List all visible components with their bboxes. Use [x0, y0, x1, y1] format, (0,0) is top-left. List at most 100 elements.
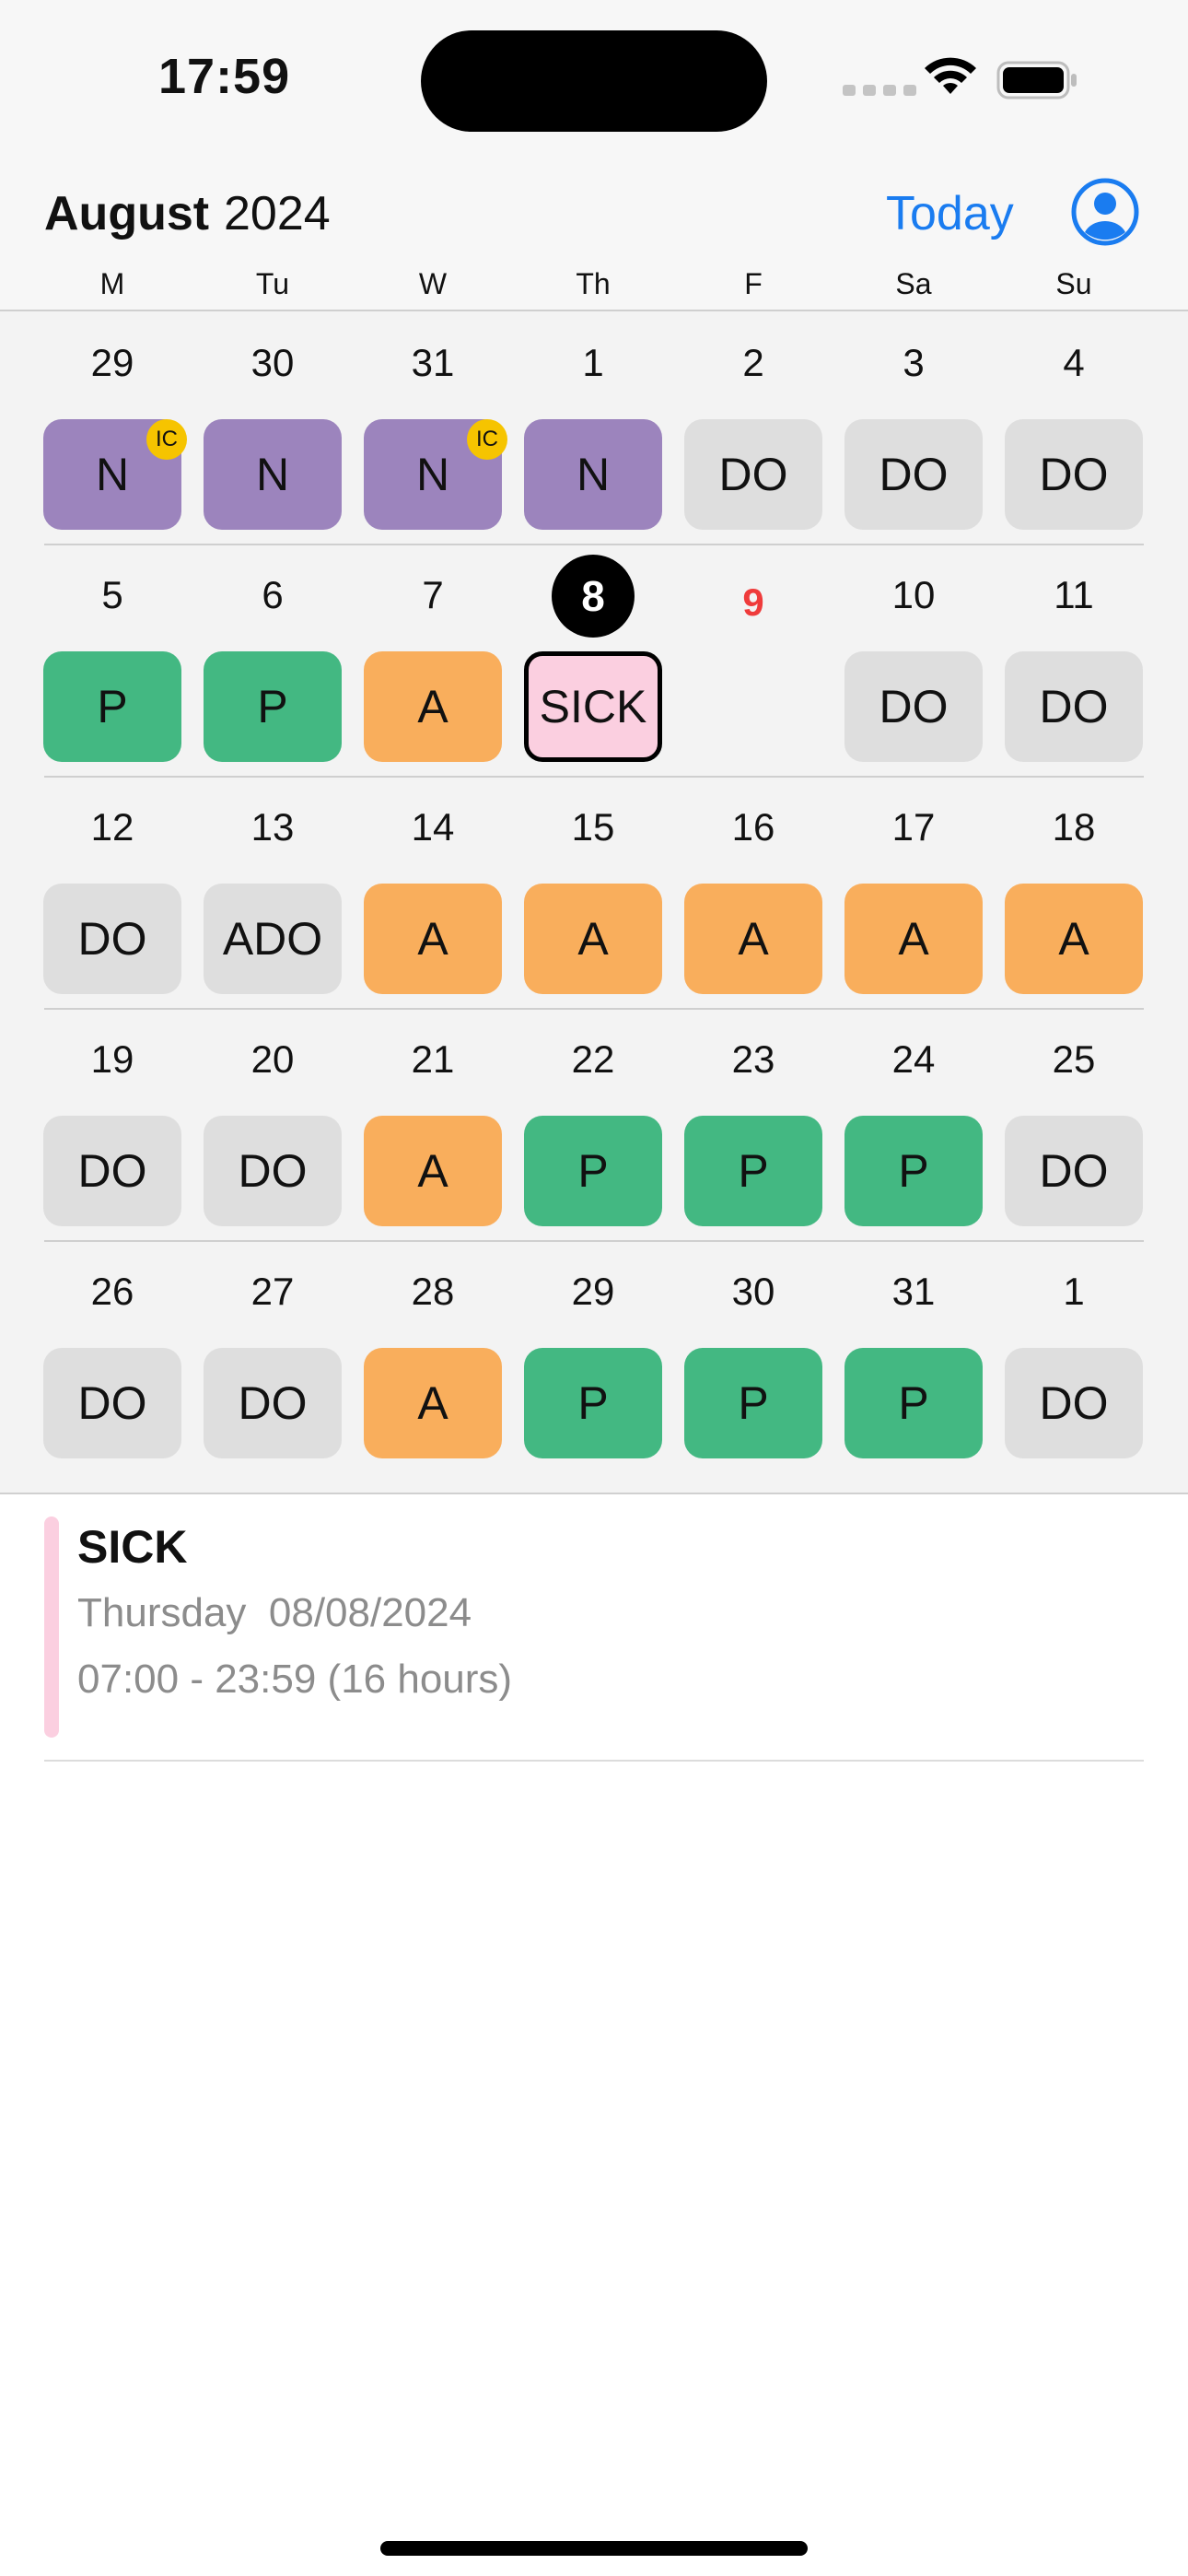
- home-indicator: [380, 2541, 808, 2556]
- weekday-label: M: [99, 267, 125, 300]
- shift-pill[interactable]: P: [524, 1116, 662, 1226]
- day-number[interactable]: 17: [868, 800, 960, 855]
- shift-pill[interactable]: ADO: [204, 884, 342, 994]
- shift-pill[interactable]: A: [524, 884, 662, 994]
- shift-pill[interactable]: N IC: [43, 419, 187, 530]
- day-number[interactable]: 31: [868, 1264, 960, 1319]
- profile-icon[interactable]: [1070, 177, 1140, 247]
- day-number[interactable]: 10: [868, 568, 960, 623]
- shift-label: A: [417, 1145, 448, 1197]
- shift-pill[interactable]: DO: [204, 1348, 342, 1458]
- shift-pill[interactable]: SICK: [524, 651, 662, 762]
- day-number[interactable]: 29: [547, 1264, 639, 1319]
- battery-icon: [996, 61, 1077, 100]
- week-divider: [44, 1008, 1144, 1010]
- day-number[interactable]: 31: [387, 335, 479, 391]
- day-number[interactable]: 30: [227, 335, 319, 391]
- day-number[interactable]: 2: [707, 335, 799, 391]
- shift-pill[interactable]: A: [1005, 884, 1143, 994]
- shift-label: P: [738, 1377, 769, 1429]
- week-row: 12 DO 13 ADO 14 A 15 A 16 A 17 A 18 A: [0, 776, 1188, 1008]
- weekday-label: Sa: [895, 267, 932, 300]
- day-number[interactable]: 1: [1028, 1264, 1120, 1319]
- shift-label: DO: [238, 1377, 308, 1429]
- shift-pill[interactable]: A: [684, 884, 822, 994]
- day-number[interactable]: 11: [1028, 568, 1120, 623]
- shift-pill[interactable]: N IC: [364, 419, 507, 530]
- status-bar: 17:59: [0, 0, 1188, 166]
- shift-pill[interactable]: P: [684, 1348, 822, 1458]
- shift-label: DO: [77, 1377, 147, 1429]
- shift-label: DO: [718, 449, 788, 500]
- day-number[interactable]: 14: [387, 800, 479, 855]
- day-number[interactable]: 27: [227, 1264, 319, 1319]
- day-number[interactable]: 23: [707, 1032, 799, 1087]
- shift-pill[interactable]: DO: [1005, 651, 1143, 762]
- day-number[interactable]: 3: [868, 335, 960, 391]
- shift-pill[interactable]: DO: [204, 1116, 342, 1226]
- ic-badge: IC: [146, 419, 187, 460]
- shift-pill[interactable]: N: [204, 419, 342, 530]
- week-row: 5 P 6 P 7 A 8 SICK 9 10 DO 11 DO: [0, 544, 1188, 776]
- shift-pill[interactable]: A: [364, 884, 502, 994]
- day-number[interactable]: 20: [227, 1032, 319, 1087]
- day-number[interactable]: 12: [66, 800, 158, 855]
- shift-pill[interactable]: A: [364, 1116, 502, 1226]
- shift-pill[interactable]: DO: [684, 419, 822, 530]
- shift-pill[interactable]: DO: [844, 651, 983, 762]
- day-number[interactable]: 29: [66, 335, 158, 391]
- day-number[interactable]: 18: [1028, 800, 1120, 855]
- day-number[interactable]: 28: [387, 1264, 479, 1319]
- shift-pill[interactable]: DO: [43, 884, 181, 994]
- shift-pill[interactable]: A: [844, 884, 983, 994]
- shift-label: A: [417, 913, 448, 965]
- day-number[interactable]: 19: [66, 1032, 158, 1087]
- shift-label: DO: [879, 449, 949, 500]
- shift-pill[interactable]: P: [43, 651, 181, 762]
- month-label: August: [44, 187, 210, 240]
- weekday-label: Th: [576, 267, 611, 300]
- shift-pill[interactable]: N: [524, 419, 662, 530]
- shift-pill[interactable]: DO: [43, 1116, 181, 1226]
- shift-pill[interactable]: P: [204, 651, 342, 762]
- selected-day-number[interactable]: 8: [552, 555, 635, 638]
- shift-pill[interactable]: A: [364, 651, 502, 762]
- shift-label: A: [577, 913, 609, 965]
- event-card[interactable]: SICK Thursday 08/08/2024 07:00 - 23:59 (…: [44, 1516, 1144, 1762]
- shift-pill[interactable]: DO: [844, 419, 983, 530]
- day-number[interactable]: 26: [66, 1264, 158, 1319]
- shift-label: SICK: [539, 681, 647, 732]
- day-number[interactable]: 6: [227, 568, 319, 623]
- today-button[interactable]: Today: [886, 186, 1014, 241]
- week-divider: [44, 776, 1144, 778]
- shift-pill[interactable]: P: [524, 1348, 662, 1458]
- day-number[interactable]: 1: [547, 335, 639, 391]
- day-number[interactable]: 4: [1028, 335, 1120, 391]
- week-divider: [44, 544, 1144, 545]
- shift-pill[interactable]: P: [844, 1348, 983, 1458]
- shift-pill[interactable]: DO: [1005, 419, 1143, 530]
- today-day-number[interactable]: 9: [707, 575, 799, 630]
- shift-pill[interactable]: P: [844, 1116, 983, 1226]
- event-color-bar: [44, 1516, 59, 1738]
- day-number[interactable]: 25: [1028, 1032, 1120, 1087]
- shift-label: A: [1058, 913, 1089, 965]
- day-number[interactable]: 7: [387, 568, 479, 623]
- shift-pill[interactable]: DO: [1005, 1116, 1143, 1226]
- day-number[interactable]: 5: [66, 568, 158, 623]
- day-number[interactable]: 13: [227, 800, 319, 855]
- shift-pill[interactable]: P: [684, 1116, 822, 1226]
- day-number[interactable]: 16: [707, 800, 799, 855]
- day-number[interactable]: 15: [547, 800, 639, 855]
- shift-pill[interactable]: DO: [1005, 1348, 1143, 1458]
- shift-label: DO: [77, 1145, 147, 1197]
- day-number[interactable]: 22: [547, 1032, 639, 1087]
- day-number[interactable]: 24: [868, 1032, 960, 1087]
- shift-pill[interactable]: DO: [43, 1348, 181, 1458]
- week-row: 29 N IC 30 N 31 N IC 1 N 2 DO 3 DO 4 DO: [0, 311, 1188, 544]
- weekday-label: Tu: [255, 267, 290, 300]
- day-number[interactable]: 21: [387, 1032, 479, 1087]
- shift-pill[interactable]: A: [364, 1348, 502, 1458]
- shift-label: N: [415, 449, 450, 500]
- day-number[interactable]: 30: [707, 1264, 799, 1319]
